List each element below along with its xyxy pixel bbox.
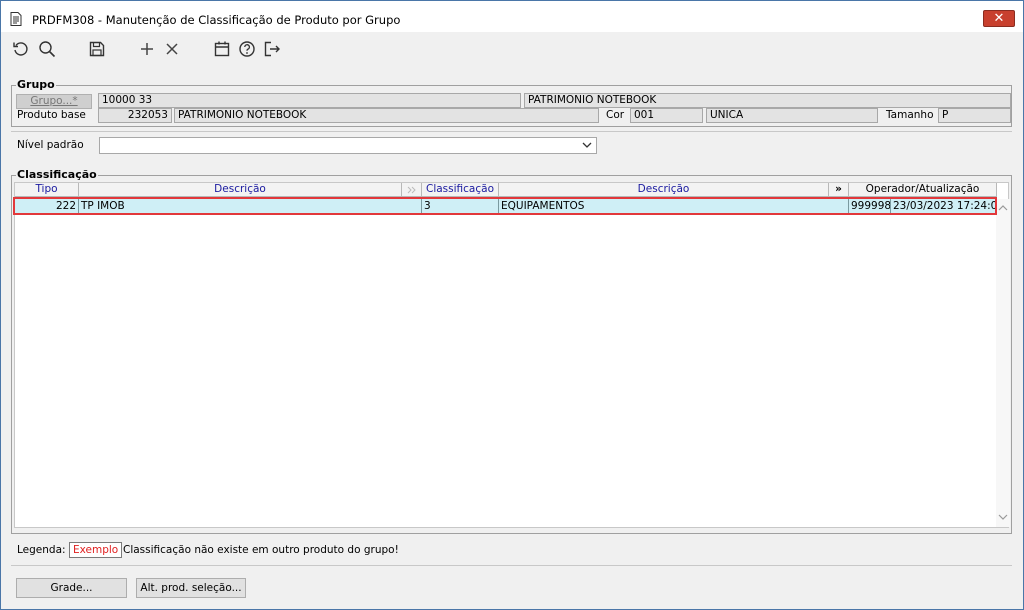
grupo-button[interactable]: Grupo...* <box>16 94 92 109</box>
column-header-tipo[interactable]: Tipo <box>15 183 79 197</box>
produto-desc-field: PATRIMONIO NOTEBOOK <box>174 108 599 123</box>
cell-atualizacao: 23/03/2023 17:24:02 <box>893 200 996 212</box>
footer-divider <box>11 565 1012 566</box>
refresh-icon[interactable] <box>12 40 30 58</box>
cell-tipo: 222 <box>15 199 79 214</box>
legenda-label: Legenda: <box>17 544 66 556</box>
scroll-up-icon[interactable] <box>998 202 1008 215</box>
grade-button[interactable]: Grade... <box>16 578 127 598</box>
main-window: PRDFM308 - Manutenção de Classificação d… <box>0 0 1024 610</box>
delete-icon[interactable] <box>163 40 181 58</box>
classificacao-section-label: Classificação <box>16 168 98 181</box>
chevron-down-icon <box>582 140 592 150</box>
column-header-operador[interactable]: Operador/Atualização <box>849 183 997 197</box>
grupo-desc-field: PATRIMONIO NOTEBOOK <box>524 93 1011 108</box>
window-title: PRDFM308 - Manutenção de Classificação d… <box>32 13 401 27</box>
nivel-padrao-select[interactable] <box>99 137 597 154</box>
calendar-icon[interactable] <box>213 40 231 58</box>
filter-icon[interactable] <box>402 183 422 197</box>
grupo-code-field[interactable]: 10000 33 <box>98 93 521 108</box>
column-header-descricao2[interactable]: Descrição <box>499 183 829 197</box>
cor-desc-field: UNICA <box>706 108 878 123</box>
scroll-down-icon[interactable] <box>998 511 1008 524</box>
alt-prod-selecao-button[interactable]: Alt. prod. seleção... <box>136 578 246 598</box>
close-button[interactable]: ✕ <box>983 10 1015 27</box>
classificacao-grid: Tipo Descrição Classificação Descrição »… <box>14 182 1010 528</box>
help-icon[interactable] <box>238 40 256 58</box>
add-icon[interactable] <box>138 40 156 58</box>
column-header-descricao[interactable]: Descrição <box>79 183 402 197</box>
grupo-section-label: Grupo <box>16 78 56 91</box>
produto-code-field[interactable]: 232053 <box>98 108 172 123</box>
produto-base-label: Produto base <box>17 109 86 121</box>
cell-operador: 999998 <box>851 199 891 214</box>
legenda-text: Classificação não existe em outro produt… <box>123 544 399 556</box>
exit-icon[interactable] <box>263 40 281 58</box>
tamanho-label: Tamanho <box>886 109 934 121</box>
cell-classificacao: 3 <box>422 199 499 214</box>
vertical-scrollbar[interactable] <box>996 199 1010 527</box>
table-row[interactable]: 222 TP IMOB 3 EQUIPAMENTOS 999998 23/03/… <box>15 199 996 214</box>
nivel-padrao-label: Nível padrão <box>17 139 84 151</box>
title-bar: PRDFM308 - Manutenção de Classificação d… <box>1 1 1023 32</box>
cor-code-field[interactable]: 001 <box>630 108 703 123</box>
search-icon[interactable] <box>38 40 56 58</box>
save-icon[interactable] <box>88 40 106 58</box>
tamanho-field[interactable]: P <box>938 108 1011 123</box>
cor-label: Cor <box>606 109 625 121</box>
cell-descricao: TP IMOB <box>79 199 422 214</box>
cell-descricao2: EQUIPAMENTOS <box>499 199 849 214</box>
document-icon <box>10 12 22 26</box>
column-header-classificacao[interactable]: Classificação <box>422 183 499 197</box>
expand-columns-icon[interactable]: » <box>829 183 849 197</box>
toolbar <box>1 32 1023 68</box>
legenda-example-badge: Exemplo <box>69 542 122 558</box>
